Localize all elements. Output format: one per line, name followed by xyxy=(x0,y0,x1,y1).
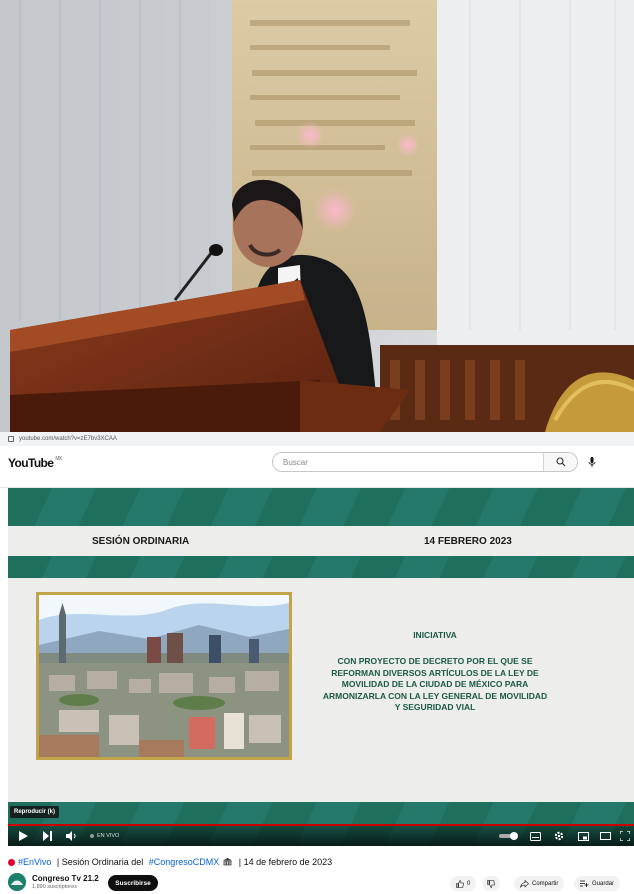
play-button[interactable] xyxy=(16,830,30,842)
share-label: Compartir xyxy=(532,880,559,887)
miniplayer-icon xyxy=(577,831,589,841)
logo-region: MX xyxy=(55,456,62,462)
subscriber-count: 1,890 suscriptores xyxy=(32,884,77,890)
live-dot xyxy=(90,834,94,838)
toggle-icon xyxy=(499,832,518,840)
title-text-end: | 14 de febrero de 2023 xyxy=(236,857,333,867)
slide-panel: INICIATIVA CON PROYECTO DE DECRETO POR E… xyxy=(8,578,634,802)
subscribe-button[interactable]: Suscribirse xyxy=(108,875,158,891)
player-controls: EN VIVO xyxy=(8,826,634,846)
live-record-icon xyxy=(8,858,15,866)
dislike-icon xyxy=(487,879,495,888)
theater-icon xyxy=(599,832,611,840)
search-button[interactable] xyxy=(543,453,577,471)
video-player[interactable]: SESIÓN ORDINARIA 14 FEBRERO 2023 INICIAT… xyxy=(8,488,634,846)
like-count: 0 xyxy=(467,880,471,887)
theater-button[interactable] xyxy=(598,830,612,842)
youtube-header: YouTube MX xyxy=(0,446,634,488)
iniciativa-line: Y SEGURIDAD VIAL xyxy=(394,702,476,712)
miniplayer-button[interactable] xyxy=(576,830,590,842)
volume-button[interactable] xyxy=(64,830,78,842)
city-skyline-graphic xyxy=(39,595,289,757)
iniciativa-line: ARMONIZARLA CON LA LEY GENERAL DE MOVILI… xyxy=(322,690,548,701)
subtitles-icon xyxy=(529,831,541,841)
play-icon xyxy=(18,831,28,841)
city-image xyxy=(36,592,292,760)
like-button[interactable]: 0 xyxy=(450,876,477,891)
search-input[interactable] xyxy=(273,453,543,471)
hashtag-envivo[interactable]: #EnVivo xyxy=(18,857,51,867)
channel-avatar[interactable] xyxy=(8,873,26,891)
iniciativa-line: MOVILIDAD DE LA CIUDAD DE MÉXICO PARA xyxy=(341,679,529,689)
save-icon xyxy=(580,880,589,887)
share-button[interactable]: Compartir xyxy=(514,876,565,891)
iniciativa-heading: INICIATIVA xyxy=(413,630,457,640)
channel-logo-icon xyxy=(8,873,26,891)
save-label: Guardar xyxy=(592,880,615,887)
settings-icon xyxy=(554,831,564,841)
search-icon xyxy=(555,457,565,467)
autoplay-toggle[interactable] xyxy=(498,830,520,842)
channel-name[interactable]: Congreso Tv 21.2 xyxy=(32,874,99,883)
mic-icon xyxy=(588,456,596,467)
iniciativa-body: CON PROYECTO DE DECRETO POR EL QUE SE RE… xyxy=(310,656,560,714)
fullscreen-button[interactable] xyxy=(619,830,631,842)
like-icon xyxy=(456,879,464,888)
subtitles-button[interactable] xyxy=(528,830,542,842)
speaker-photo-graphic xyxy=(0,0,634,432)
play-tooltip: Reproducir (k) xyxy=(10,806,60,818)
building-emoji-icon xyxy=(223,858,233,866)
live-label: EN VIVO xyxy=(97,833,120,839)
hashtag-congresocdmx[interactable]: #CongresoCDMX xyxy=(149,857,220,867)
iniciativa-line: REFORMAN DIVERSOS ARTÍCULOS DE LA LEY DE xyxy=(331,667,539,678)
channel-row: Congreso Tv 21.2 1,890 suscriptores Susc… xyxy=(8,872,634,894)
session-label: SESIÓN ORDINARIA xyxy=(92,535,190,547)
video-title: #EnVivo | Sesión Ordinaria del #Congreso… xyxy=(8,855,628,869)
speaker-photo xyxy=(0,0,634,432)
settings-button[interactable] xyxy=(552,830,566,842)
fullscreen-icon xyxy=(620,831,630,841)
iniciativa-line: CON PROYECTO DE DECRETO POR EL QUE SE xyxy=(337,656,533,666)
browser-url-bar[interactable]: youtube.com/watch?v=zE7bv3XCAA xyxy=(0,432,634,446)
search-box xyxy=(272,452,578,472)
session-info-bar: SESIÓN ORDINARIA 14 FEBRERO 2023 xyxy=(8,526,634,556)
save-button[interactable]: Guardar xyxy=(574,876,621,891)
iniciativa-text: INICIATIVA CON PROYECTO DE DECRETO POR E… xyxy=(310,630,560,714)
title-text-mid: | Sesión Ordinaria del xyxy=(54,857,146,867)
next-icon xyxy=(42,831,52,841)
logo-text: YouTube xyxy=(8,456,54,470)
share-icon xyxy=(520,879,529,888)
youtube-logo[interactable]: YouTube MX xyxy=(8,456,62,470)
session-date: 14 FEBRERO 2023 xyxy=(424,535,512,547)
url-text: youtube.com/watch?v=zE7bv3XCAA xyxy=(19,436,117,442)
green-band-top xyxy=(8,488,634,526)
voice-search-button[interactable] xyxy=(584,454,600,470)
volume-icon xyxy=(65,831,76,841)
next-button[interactable] xyxy=(40,830,54,842)
live-indicator[interactable]: EN VIVO xyxy=(90,833,119,839)
green-band-middle xyxy=(8,556,634,578)
dislike-button[interactable] xyxy=(482,876,500,891)
lock-icon xyxy=(8,436,14,442)
